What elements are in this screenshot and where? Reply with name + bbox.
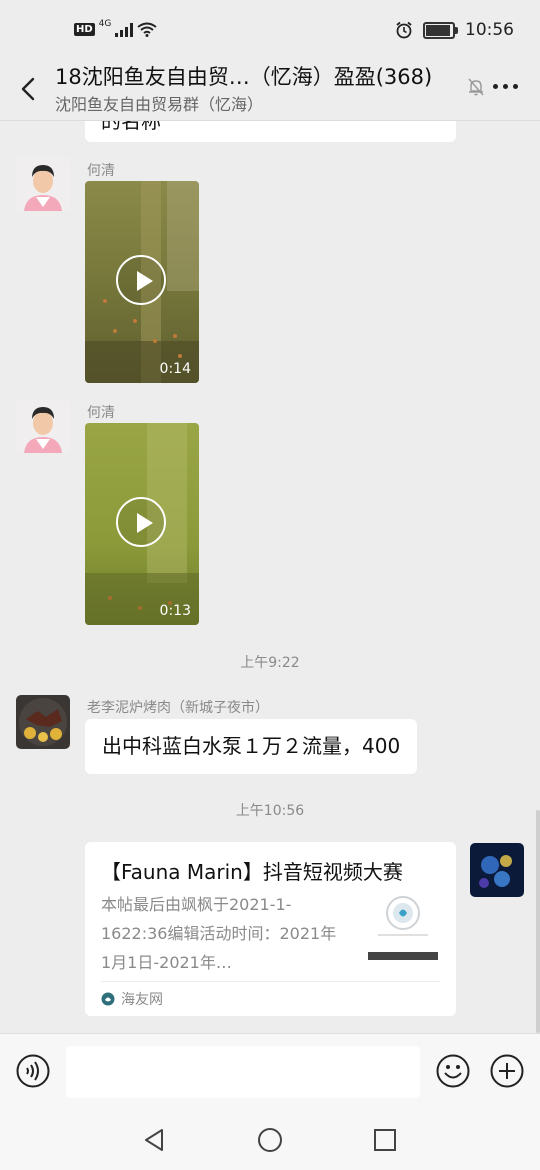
chat-title: 18沈阳鱼友自由贸…（忆海）盈盈(368)	[55, 65, 433, 89]
scrollbar[interactable]	[536, 810, 540, 1033]
battery-icon	[423, 21, 458, 39]
plus-icon[interactable]	[490, 1054, 524, 1088]
avatar[interactable]	[16, 157, 70, 211]
more-dot-icon	[513, 84, 518, 89]
link-card-description: 本帖最后由飒枫于2021-1-1622:36编辑活动时间：2021年1月1日-2…	[101, 895, 337, 972]
avatar[interactable]	[16, 695, 70, 749]
play-icon[interactable]	[116, 497, 166, 547]
alarm-icon	[396, 21, 412, 39]
more-dot-icon	[503, 84, 508, 89]
nav-home-icon[interactable]	[255, 1125, 285, 1155]
more-dot-icon	[493, 84, 498, 89]
clock: 10:56	[465, 20, 514, 40]
nav-back-icon[interactable]	[140, 1125, 170, 1155]
link-card-divider	[101, 981, 440, 982]
status-right: 10:56	[395, 20, 514, 40]
input-bar	[0, 1033, 540, 1110]
sender-name: 老李泥炉烤肉（新城子夜市）	[87, 700, 269, 716]
previous-message-bubble[interactable]: 的名称	[85, 121, 456, 142]
more-button[interactable]	[493, 84, 518, 89]
video-duration: 0:14	[159, 361, 191, 377]
avatar[interactable]	[16, 399, 70, 453]
link-card-thumbnail	[368, 890, 438, 964]
video-message[interactable]: 0:13	[85, 423, 199, 625]
video-duration: 0:13	[159, 603, 191, 619]
status-left: HD 4G	[74, 18, 157, 37]
message-input[interactable]	[66, 1046, 420, 1098]
previous-message-text: 的名称	[101, 121, 161, 133]
link-card[interactable]: 【Fauna Marin】抖音短视频大赛 本帖最后由飒枫于2021-1-1622…	[85, 842, 456, 1016]
voice-input-icon[interactable]	[16, 1054, 50, 1088]
text-message-bubble[interactable]: 出中科蓝白水泵１万２流量，400	[85, 719, 418, 774]
system-nav-bar	[0, 1109, 540, 1170]
chat-area[interactable]: 的名称 何清 0:14 何清 0:13 上午9:22 老李泥炉烤肉（新城子夜市）…	[0, 121, 540, 1033]
back-button[interactable]	[14, 74, 44, 104]
link-card-title: 【Fauna Marin】抖音短视频大赛	[101, 860, 403, 884]
mute-bell-icon	[468, 78, 484, 96]
emoji-icon[interactable]	[436, 1054, 470, 1088]
video-message[interactable]: 0:14	[85, 181, 199, 383]
status-bar: HD 4G 10:56	[0, 0, 540, 60]
chat-subtitle: 沈阳鱼友自由贸易群（忆海）	[55, 95, 264, 114]
play-icon[interactable]	[116, 255, 166, 305]
own-avatar[interactable]	[470, 843, 524, 897]
sender-name: 何清	[87, 163, 115, 179]
source-logo-icon	[101, 992, 115, 1006]
link-card-source: 海友网	[101, 989, 163, 1009]
wifi-icon	[137, 22, 157, 37]
timestamp: 上午9:22	[240, 655, 300, 671]
timestamp: 上午10:56	[235, 803, 305, 819]
signal-icon	[115, 22, 134, 37]
source-name: 海友网	[121, 992, 163, 1008]
hd-badge: HD	[74, 23, 95, 36]
sender-name: 何清	[87, 405, 115, 421]
network-type: 4G	[98, 18, 112, 29]
nav-recent-icon[interactable]	[370, 1125, 400, 1155]
chat-header: 18沈阳鱼友自由贸…（忆海）盈盈(368) 沈阳鱼友自由贸易群（忆海）	[0, 60, 540, 121]
